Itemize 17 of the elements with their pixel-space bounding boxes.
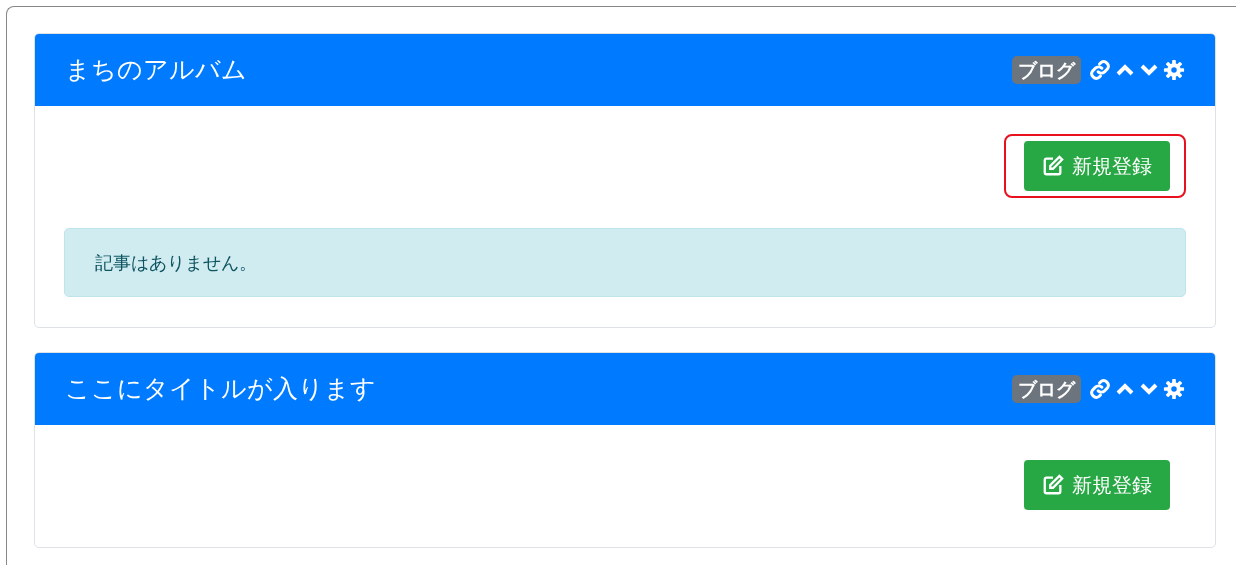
- link-icon[interactable]: [1089, 378, 1111, 400]
- link-icon[interactable]: [1089, 59, 1111, 81]
- category-badge: ブログ: [1012, 56, 1081, 84]
- settings-icon[interactable]: [1163, 59, 1185, 81]
- chevron-down-icon[interactable]: [1139, 63, 1159, 77]
- chevron-down-icon[interactable]: [1139, 382, 1159, 396]
- edit-icon: [1042, 155, 1064, 177]
- new-entry-button[interactable]: 新規登録: [1024, 460, 1170, 510]
- empty-message: 記事はありません。: [64, 228, 1186, 297]
- panel-title: ここにタイトルが入ります: [65, 373, 376, 406]
- settings-icon[interactable]: [1163, 378, 1185, 400]
- edit-icon: [1042, 474, 1064, 496]
- chevron-up-icon[interactable]: [1115, 63, 1135, 77]
- chevron-up-icon[interactable]: [1115, 382, 1135, 396]
- panel-title: まちのアルバム: [65, 54, 247, 87]
- new-entry-button[interactable]: 新規登録: [1024, 141, 1170, 191]
- category-badge: ブログ: [1012, 375, 1081, 403]
